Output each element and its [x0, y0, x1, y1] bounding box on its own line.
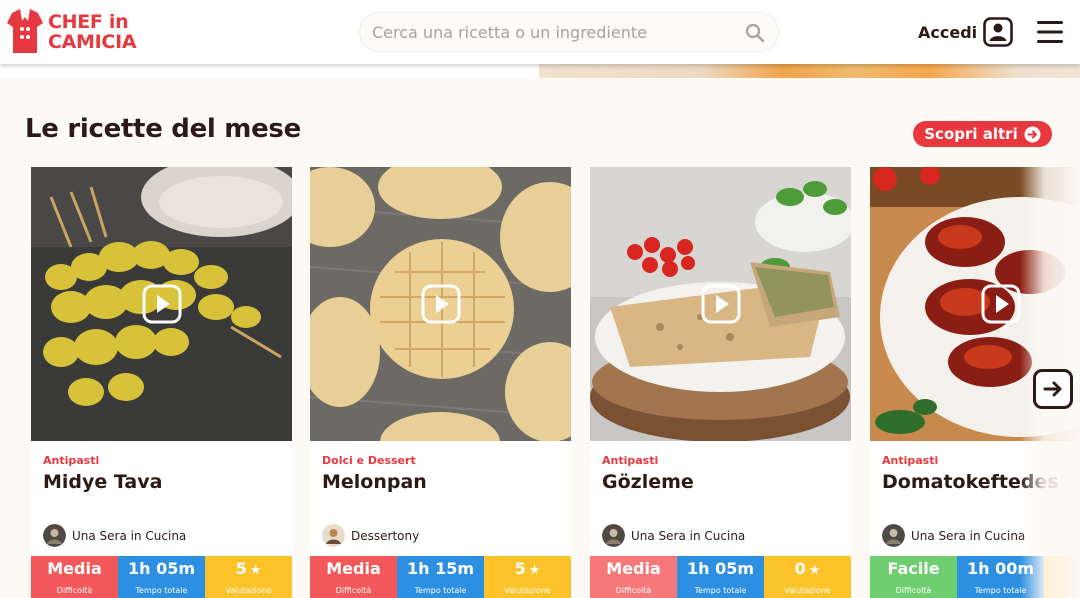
hero-banner-bottom [0, 64, 1080, 78]
login-label: Accedi [918, 22, 978, 42]
author-avatar [322, 524, 345, 547]
recipe-author[interactable]: Una Sera in Cucina [43, 524, 186, 547]
play-video-icon[interactable] [701, 284, 741, 324]
play-video-icon[interactable] [142, 284, 182, 324]
rating-value: 5 [514, 559, 526, 578]
time-label: Tempo totale [135, 586, 188, 595]
rating-value-wrap: 5 ★ [205, 559, 292, 578]
recipe-card[interactable]: Antipasti Midye Tava Una Sera in Cucina … [31, 167, 292, 598]
author-name: Una Sera in Cucina [631, 528, 746, 543]
carousel-next-button[interactable] [1033, 369, 1073, 409]
time-badge: 1h 05m Tempo totale [677, 556, 764, 598]
logo-line-2: CAMICIA [48, 31, 137, 53]
hamburger-menu-icon[interactable] [1036, 18, 1064, 46]
author-avatar [43, 524, 66, 547]
time-value: 1h 05m [686, 559, 755, 578]
hero-banner-left [0, 64, 539, 78]
rating-value: 0 [794, 559, 806, 578]
rating-value: 5 [235, 559, 247, 578]
play-video-icon[interactable] [421, 284, 461, 324]
time-label: Tempo totale [414, 586, 467, 595]
recipe-author[interactable]: Una Sera in Cucina [602, 524, 745, 547]
author-name: Una Sera in Cucina [72, 528, 187, 543]
time-value: 1h 15m [406, 559, 475, 578]
discover-more-label: Scopri altri [924, 125, 1018, 143]
difficulty-label: Difficoltà [56, 586, 93, 595]
recipe-stats: Media Difficoltà 1h 15m Tempo totale 5 ★ … [310, 556, 571, 598]
arrow-right-circle-icon [1024, 126, 1041, 142]
author-name: Una Sera in Cucina [911, 528, 1026, 543]
difficulty-value: Media [47, 559, 102, 578]
author-name: Dessertony [351, 528, 420, 543]
time-badge: 1h 05m Tempo totale [118, 556, 205, 598]
recipe-category[interactable]: Antipasti [602, 454, 658, 467]
recipe-image[interactable] [31, 167, 292, 441]
rating-badge: 5 ★ Valutazione [484, 556, 571, 598]
recipe-card[interactable]: Dolci e Dessert Melonpan Dessertony Medi… [310, 167, 571, 598]
star-icon: ★ [249, 563, 262, 578]
difficulty-label: Difficoltà [335, 586, 372, 595]
rating-label: Valutazione [225, 586, 272, 595]
author-avatar [882, 524, 905, 547]
recipe-category[interactable]: Antipasti [882, 454, 938, 467]
recipe-author[interactable]: Una Sera in Cucina [882, 524, 1025, 547]
time-badge: 1h 15m Tempo totale [397, 556, 484, 598]
arrow-right-icon [1043, 381, 1062, 397]
author-avatar [602, 524, 625, 547]
rating-value-wrap: 5 ★ [484, 559, 571, 578]
difficulty-badge: Media Difficoltà [31, 556, 118, 598]
recipe-category[interactable]: Dolci e Dessert [322, 454, 416, 467]
play-video-icon[interactable] [981, 284, 1021, 324]
site-logo[interactable]: CHEF in CAMICIA [6, 7, 166, 57]
search-bar [359, 12, 779, 52]
section-title: Le ricette del mese [25, 114, 301, 144]
rating-value-wrap: 0 ★ [764, 559, 851, 578]
star-icon: ★ [808, 563, 821, 578]
search-icon[interactable] [745, 23, 765, 43]
search-input[interactable] [372, 13, 732, 51]
user-icon [983, 17, 1013, 47]
difficulty-value: Media [606, 559, 661, 578]
site-header: CHEF in CAMICIA Accedi [0, 0, 1080, 64]
recipe-title[interactable]: Gözleme [602, 471, 694, 493]
recipe-stats: Media Difficoltà 1h 05m Tempo totale 0 ★ … [590, 556, 851, 598]
difficulty-label: Difficoltà [615, 586, 652, 595]
discover-more-button[interactable]: Scopri altri [913, 121, 1052, 147]
rating-label: Valutazione [784, 586, 831, 595]
recipe-stats: Media Difficoltà 1h 05m Tempo totale 5 ★ … [31, 556, 292, 598]
recipe-image[interactable] [590, 167, 851, 441]
rating-badge: 0 ★ Valutazione [764, 556, 851, 598]
hero-banner-image [539, 64, 1080, 78]
recipe-author[interactable]: Dessertony [322, 524, 419, 547]
difficulty-badge: Facile Difficoltà [870, 556, 957, 598]
star-icon: ★ [528, 563, 541, 578]
login-button[interactable]: Accedi [918, 16, 1013, 48]
logo-wordmark: CHEF in CAMICIA [48, 11, 137, 53]
difficulty-badge: Media Difficoltà [590, 556, 677, 598]
time-label: Tempo totale [694, 586, 747, 595]
recipe-category[interactable]: Antipasti [43, 454, 99, 467]
rating-badge: 5 ★ Valutazione [205, 556, 292, 598]
difficulty-label: Difficoltà [895, 586, 932, 595]
recipe-title[interactable]: Midye Tava [43, 471, 162, 493]
time-value: 1h 05m [127, 559, 196, 578]
difficulty-value: Facile [887, 559, 940, 578]
logo-line-1: CHEF in [48, 11, 129, 33]
chef-shirt-logo-icon [7, 9, 43, 53]
rating-label: Valutazione [504, 586, 551, 595]
recipe-card[interactable]: Antipasti Gözleme Una Sera in Cucina Med… [590, 167, 851, 598]
recipe-image[interactable] [310, 167, 571, 441]
difficulty-value: Media [326, 559, 381, 578]
recipe-title[interactable]: Melonpan [322, 471, 427, 493]
difficulty-badge: Media Difficoltà [310, 556, 397, 598]
